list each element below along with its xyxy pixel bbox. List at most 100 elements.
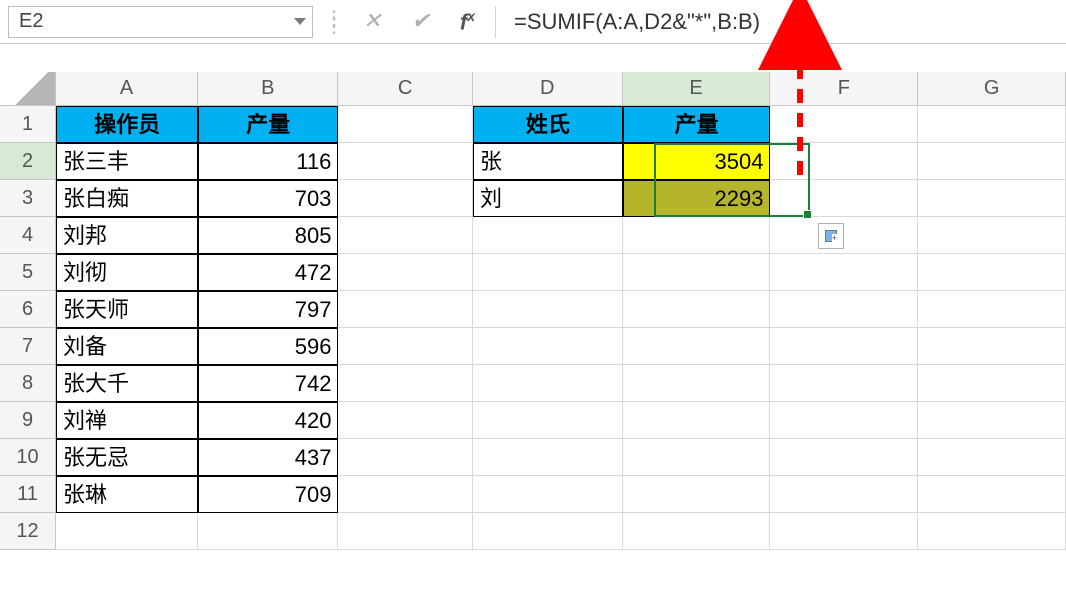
cell-D9[interactable]: [473, 402, 623, 439]
cell-F3[interactable]: [770, 180, 918, 217]
cell-B9[interactable]: 420: [198, 402, 338, 439]
cell-C2[interactable]: [338, 143, 473, 180]
cell-B6[interactable]: 797: [198, 291, 338, 328]
cell-D7[interactable]: [473, 328, 623, 365]
cell-E4[interactable]: [623, 217, 771, 254]
name-box-dropdown-icon[interactable]: [294, 18, 306, 25]
fx-icon[interactable]: fx: [460, 8, 475, 35]
cell-D8[interactable]: [473, 365, 623, 402]
column-header-F[interactable]: F: [770, 72, 918, 106]
column-header-B[interactable]: B: [198, 72, 338, 106]
cell-F11[interactable]: [770, 476, 918, 513]
cell-A6[interactable]: 张天师: [56, 291, 198, 328]
cell-E2[interactable]: 3504: [623, 143, 771, 180]
cell-F6[interactable]: [770, 291, 918, 328]
row-header-1[interactable]: 1: [0, 106, 56, 143]
cell-A5[interactable]: 刘彻: [56, 254, 198, 291]
cell-E8[interactable]: [623, 365, 771, 402]
cell-C12[interactable]: [338, 513, 473, 550]
cell-B4[interactable]: 805: [198, 217, 338, 254]
cell-G6[interactable]: [918, 291, 1066, 328]
cell-E10[interactable]: [623, 439, 771, 476]
cell-F2[interactable]: [770, 143, 918, 180]
formula-input[interactable]: =SUMIF(A:A,D2&"*",B:B): [495, 6, 1058, 38]
cell-C9[interactable]: [338, 402, 473, 439]
cell-A12[interactable]: [56, 513, 198, 550]
row-header-9[interactable]: 9: [0, 402, 56, 439]
cell-B7[interactable]: 596: [198, 328, 338, 365]
cell-G11[interactable]: [918, 476, 1066, 513]
cell-B11[interactable]: 709: [198, 476, 338, 513]
cell-F1[interactable]: [770, 106, 918, 143]
cell-C5[interactable]: [338, 254, 473, 291]
row-header-10[interactable]: 10: [0, 439, 56, 476]
cell-D10[interactable]: [473, 439, 623, 476]
cell-G10[interactable]: [918, 439, 1066, 476]
cell-G8[interactable]: [918, 365, 1066, 402]
cell-E9[interactable]: [623, 402, 771, 439]
cell-E7[interactable]: [623, 328, 771, 365]
paste-options-button[interactable]: +: [818, 223, 844, 249]
cell-F12[interactable]: [770, 513, 918, 550]
name-box[interactable]: E2: [8, 6, 313, 38]
cell-D11[interactable]: [473, 476, 623, 513]
enter-icon[interactable]: ✔: [411, 8, 429, 34]
cell-F4[interactable]: [770, 217, 918, 254]
cell-F8[interactable]: [770, 365, 918, 402]
row-header-6[interactable]: 6: [0, 291, 56, 328]
column-header-E[interactable]: E: [623, 72, 771, 106]
cell-D2[interactable]: 张: [473, 143, 623, 180]
cell-A8[interactable]: 张大千: [56, 365, 198, 402]
cell-E6[interactable]: [623, 291, 771, 328]
cell-C1[interactable]: [338, 106, 473, 143]
cell-G12[interactable]: [918, 513, 1066, 550]
row-header-11[interactable]: 11: [0, 476, 56, 513]
cell-G3[interactable]: [918, 180, 1066, 217]
cell-C8[interactable]: [338, 365, 473, 402]
cell-G5[interactable]: [918, 254, 1066, 291]
cell-C11[interactable]: [338, 476, 473, 513]
cell-G9[interactable]: [918, 402, 1066, 439]
cell-area[interactable]: 操作员产量姓氏产量张三丰116张3504张白痴703刘2293刘邦805刘彻47…: [56, 106, 1066, 550]
formula-bar-drag-handle[interactable]: ⋮⋮: [323, 16, 343, 28]
column-header-D[interactable]: D: [473, 72, 623, 106]
cell-A10[interactable]: 张无忌: [56, 439, 198, 476]
cell-C10[interactable]: [338, 439, 473, 476]
cell-E1[interactable]: 产量: [623, 106, 771, 143]
row-header-3[interactable]: 3: [0, 180, 56, 217]
cell-E11[interactable]: [623, 476, 771, 513]
cell-D1[interactable]: 姓氏: [473, 106, 623, 143]
cancel-icon[interactable]: ✕: [363, 8, 381, 34]
row-header-12[interactable]: 12: [0, 513, 56, 550]
cell-D6[interactable]: [473, 291, 623, 328]
cell-E3[interactable]: 2293: [623, 180, 771, 217]
cell-G1[interactable]: [918, 106, 1066, 143]
column-header-C[interactable]: C: [338, 72, 473, 106]
cell-B8[interactable]: 742: [198, 365, 338, 402]
cell-E12[interactable]: [623, 513, 771, 550]
cell-C6[interactable]: [338, 291, 473, 328]
cell-C3[interactable]: [338, 180, 473, 217]
cell-F10[interactable]: [770, 439, 918, 476]
cell-B1[interactable]: 产量: [198, 106, 338, 143]
cell-A1[interactable]: 操作员: [56, 106, 198, 143]
cell-A4[interactable]: 刘邦: [56, 217, 198, 254]
cell-B5[interactable]: 472: [198, 254, 338, 291]
cell-C7[interactable]: [338, 328, 473, 365]
row-header-4[interactable]: 4: [0, 217, 56, 254]
row-header-5[interactable]: 5: [0, 254, 56, 291]
row-header-8[interactable]: 8: [0, 365, 56, 402]
column-header-G[interactable]: G: [918, 72, 1066, 106]
select-all-triangle[interactable]: [0, 72, 56, 106]
cell-C4[interactable]: [338, 217, 473, 254]
cell-E5[interactable]: [623, 254, 771, 291]
row-header-7[interactable]: 7: [0, 328, 56, 365]
cell-F7[interactable]: [770, 328, 918, 365]
cell-B10[interactable]: 437: [198, 439, 338, 476]
cell-A11[interactable]: 张琳: [56, 476, 198, 513]
cell-D5[interactable]: [473, 254, 623, 291]
cell-D3[interactable]: 刘: [473, 180, 623, 217]
cell-G4[interactable]: [918, 217, 1066, 254]
cell-D4[interactable]: [473, 217, 623, 254]
row-header-2[interactable]: 2: [0, 143, 56, 180]
